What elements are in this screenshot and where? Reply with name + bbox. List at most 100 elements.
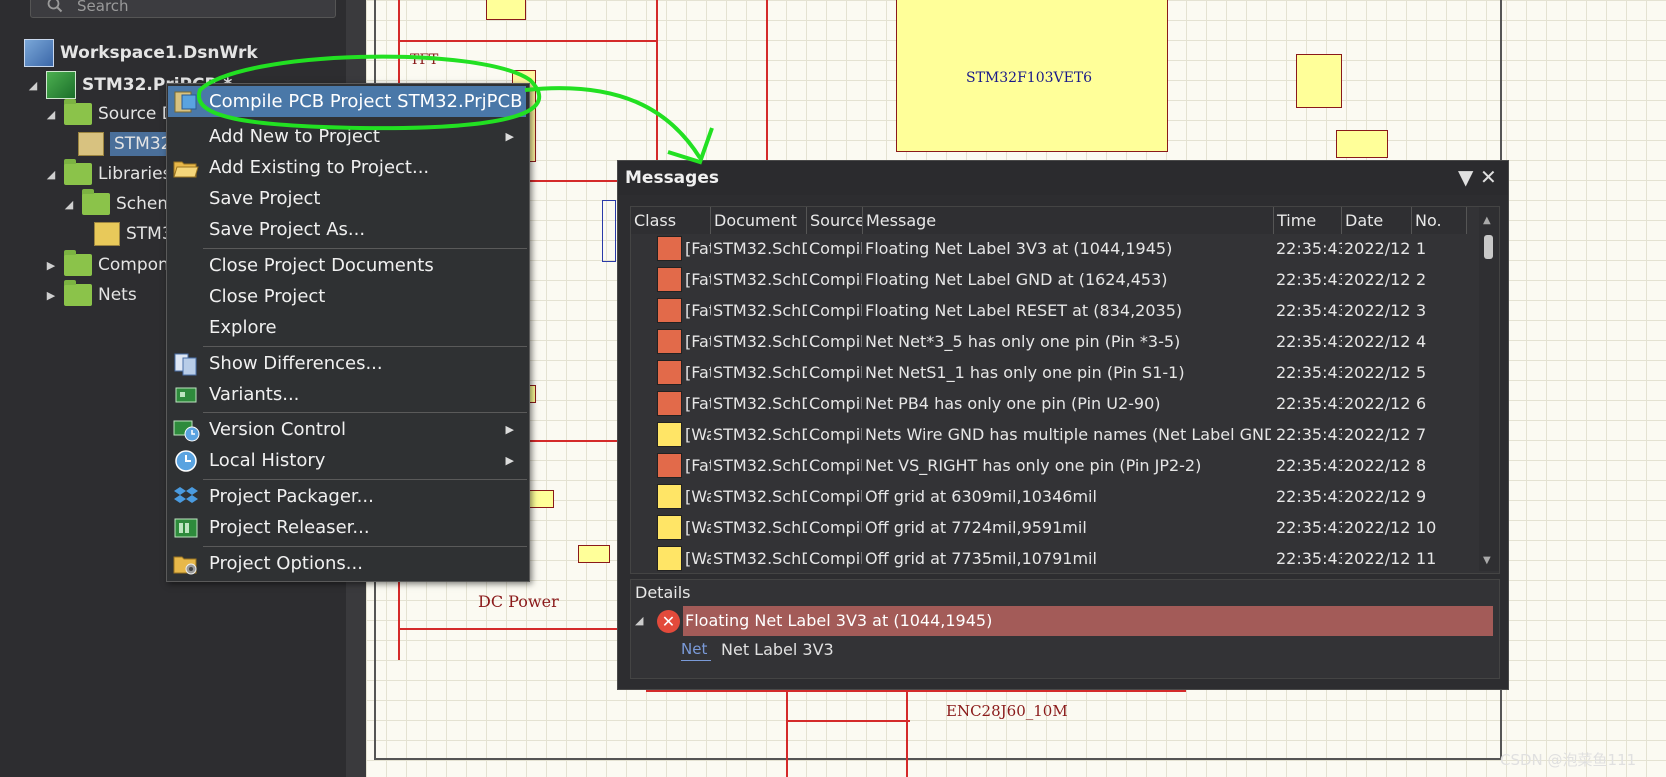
menu-item-save-project-as[interactable]: Save Project As...: [168, 214, 526, 245]
frame-line: [646, 690, 1186, 692]
submenu-arrow-icon: ▶: [505, 130, 514, 143]
message-row[interactable]: [FatSTM32.SchDoCompilFloating Net Label …: [631, 234, 1479, 265]
expand-icon[interactable]: ▶: [44, 259, 58, 272]
tree-item-components[interactable]: ▶ Componer: [44, 250, 186, 280]
menu-label: Project Packager...: [209, 486, 374, 507]
message-document: STM32.SchDo: [713, 456, 807, 475]
collapse-icon[interactable]: ◢: [26, 79, 40, 92]
message-row[interactable]: [WaSTM32.SchDoCompilOff grid at 7735mil,…: [631, 544, 1479, 575]
releaser-icon: [172, 515, 200, 541]
message-row[interactable]: [WaSTM32.SchDoCompilNets Wire GND has mu…: [631, 420, 1479, 451]
menu-separator: [203, 248, 527, 249]
message-source: Compil: [809, 363, 862, 382]
menu-item-local-history[interactable]: Local History ▶: [168, 445, 526, 476]
message-source: Compil: [809, 549, 862, 568]
details-sub-item[interactable]: Net Label 3V3: [721, 640, 834, 659]
message-row[interactable]: [WaSTM32.SchDoCompilOff grid at 6309mil,…: [631, 482, 1479, 513]
message-row[interactable]: [FatSTM32.SchDoCompilNet PB4 has only on…: [631, 389, 1479, 420]
scroll-down-icon[interactable]: ▼: [1483, 555, 1491, 566]
close-icon[interactable]: ✕: [1480, 165, 1497, 189]
message-time: 22:35:43: [1276, 425, 1342, 444]
menu-item-close-project[interactable]: Close Project: [168, 281, 526, 312]
tft-label: TFT: [410, 52, 439, 68]
menu-item-project-releaser[interactable]: Project Releaser...: [168, 512, 526, 543]
column-header-document[interactable]: Document: [711, 207, 807, 234]
column-header-no[interactable]: No.: [1412, 207, 1467, 234]
menu-item-show-differences[interactable]: Show Differences...: [168, 348, 526, 379]
menu-item-compile-pcb-project[interactable]: Compile PCB Project STM32.PrjPCB: [168, 86, 526, 117]
frame-line: [906, 690, 908, 777]
tree-item-libraries[interactable]: ◢ Libraries: [44, 159, 171, 189]
fatal-error-icon: [657, 329, 682, 354]
menu-item-add-new-to-project[interactable]: Add New to Project ▶: [168, 121, 526, 152]
submenu-arrow-icon: ▶: [505, 423, 514, 436]
error-icon: ✕: [657, 610, 680, 633]
message-row[interactable]: [FatSTM32.SchDoCompilNet VS_RIGHT has on…: [631, 451, 1479, 482]
watermark: CSDN @泡菜鱼111: [1500, 751, 1637, 769]
message-row[interactable]: [FatSTM32.SchDoCompilFloating Net Label …: [631, 296, 1479, 327]
connector-symbol: [602, 200, 616, 262]
message-row[interactable]: [WaSTM32.SchDoCompilOff grid at 7724mil,…: [631, 513, 1479, 544]
message-class: [Fat: [685, 270, 711, 289]
tree-item-source-documents[interactable]: ◢ Source Do: [44, 99, 185, 129]
message-document: STM32.SchDo: [713, 394, 807, 413]
tree-item-workspace[interactable]: Workspace1.DsnWrk: [24, 38, 258, 68]
message-text: Nets Wire GND has multiple names (Net La…: [865, 425, 1271, 444]
message-time: 22:35:43: [1276, 301, 1342, 320]
fatal-error-icon: [657, 391, 682, 416]
collapse-icon[interactable]: ◢: [44, 108, 58, 121]
menu-label: Explore: [209, 317, 277, 338]
column-header-class[interactable]: Class: [631, 207, 711, 234]
column-header-time[interactable]: Time: [1274, 207, 1342, 234]
frame-line: [786, 690, 788, 777]
messages-title-bar: Messages ▼ ✕: [618, 161, 1508, 195]
message-number: 10: [1416, 518, 1437, 537]
column-header-source[interactable]: Source: [807, 207, 863, 234]
menu-item-add-existing-to-project[interactable]: Add Existing to Project...: [168, 152, 526, 183]
menu-item-explore[interactable]: Explore: [168, 312, 526, 343]
menu-item-save-project[interactable]: Save Project: [168, 183, 526, 214]
search-input[interactable]: Search: [30, 0, 336, 18]
tree-item-nets[interactable]: ▶ Nets: [44, 280, 137, 310]
message-class: [Fat: [685, 332, 711, 351]
menu-label: Version Control: [209, 419, 346, 440]
message-row[interactable]: [FatSTM32.SchDoCompilNet NetS1_1 has onl…: [631, 358, 1479, 389]
details-item[interactable]: Floating Net Label 3V3 at (1044,1945): [683, 606, 1493, 636]
message-row[interactable]: [FatSTM32.SchDoCompilFloating Net Label …: [631, 265, 1479, 296]
messages-scrollbar[interactable]: ▲ ▼: [1479, 207, 1499, 571]
menu-item-version-control[interactable]: Version Control ▶: [168, 414, 526, 445]
column-header-message[interactable]: Message: [863, 207, 1274, 234]
search-placeholder: Search: [77, 0, 129, 15]
message-class: [Fat: [685, 363, 711, 382]
menu-item-project-options[interactable]: Project Options...: [168, 548, 526, 579]
history-icon: [172, 448, 200, 474]
pcb-project-icon: [46, 71, 76, 99]
menu-item-close-project-documents[interactable]: Close Project Documents: [168, 250, 526, 281]
menu-item-project-packager[interactable]: Project Packager...: [168, 481, 526, 512]
message-number: 1: [1416, 239, 1427, 258]
menu-label: Save Project As...: [209, 219, 366, 240]
message-source: Compil: [809, 425, 862, 444]
message-document: STM32.SchDo: [713, 270, 807, 289]
message-time: 22:35:43: [1276, 332, 1342, 351]
schematic-component: [1296, 54, 1342, 108]
folder-open-icon: [172, 155, 200, 181]
column-header-date[interactable]: Date: [1342, 207, 1412, 234]
schematic-sheet-icon: [78, 132, 104, 156]
collapse-icon[interactable]: ◢: [44, 168, 58, 181]
menu-item-variants[interactable]: Variants...: [168, 379, 526, 410]
message-time: 22:35:43: [1276, 518, 1342, 537]
message-row[interactable]: [FatSTM32.SchDoCompilNet Net*3_5 has onl…: [631, 327, 1479, 358]
message-source: Compil: [809, 301, 862, 320]
message-text: Off grid at 6309mil,10346mil: [865, 487, 1097, 506]
panel-menu-icon[interactable]: ▼: [1458, 165, 1473, 189]
workspace-icon: [24, 39, 54, 67]
frame-line: [786, 720, 910, 722]
collapse-icon[interactable]: ◢: [635, 614, 643, 627]
menu-label: Project Options...: [209, 553, 363, 574]
scrollbar-thumb[interactable]: [1484, 235, 1493, 259]
expand-icon[interactable]: ▶: [44, 289, 58, 302]
message-class: [Wa: [685, 425, 711, 444]
collapse-icon[interactable]: ◢: [62, 198, 76, 211]
scroll-up-icon[interactable]: ▲: [1483, 215, 1491, 226]
